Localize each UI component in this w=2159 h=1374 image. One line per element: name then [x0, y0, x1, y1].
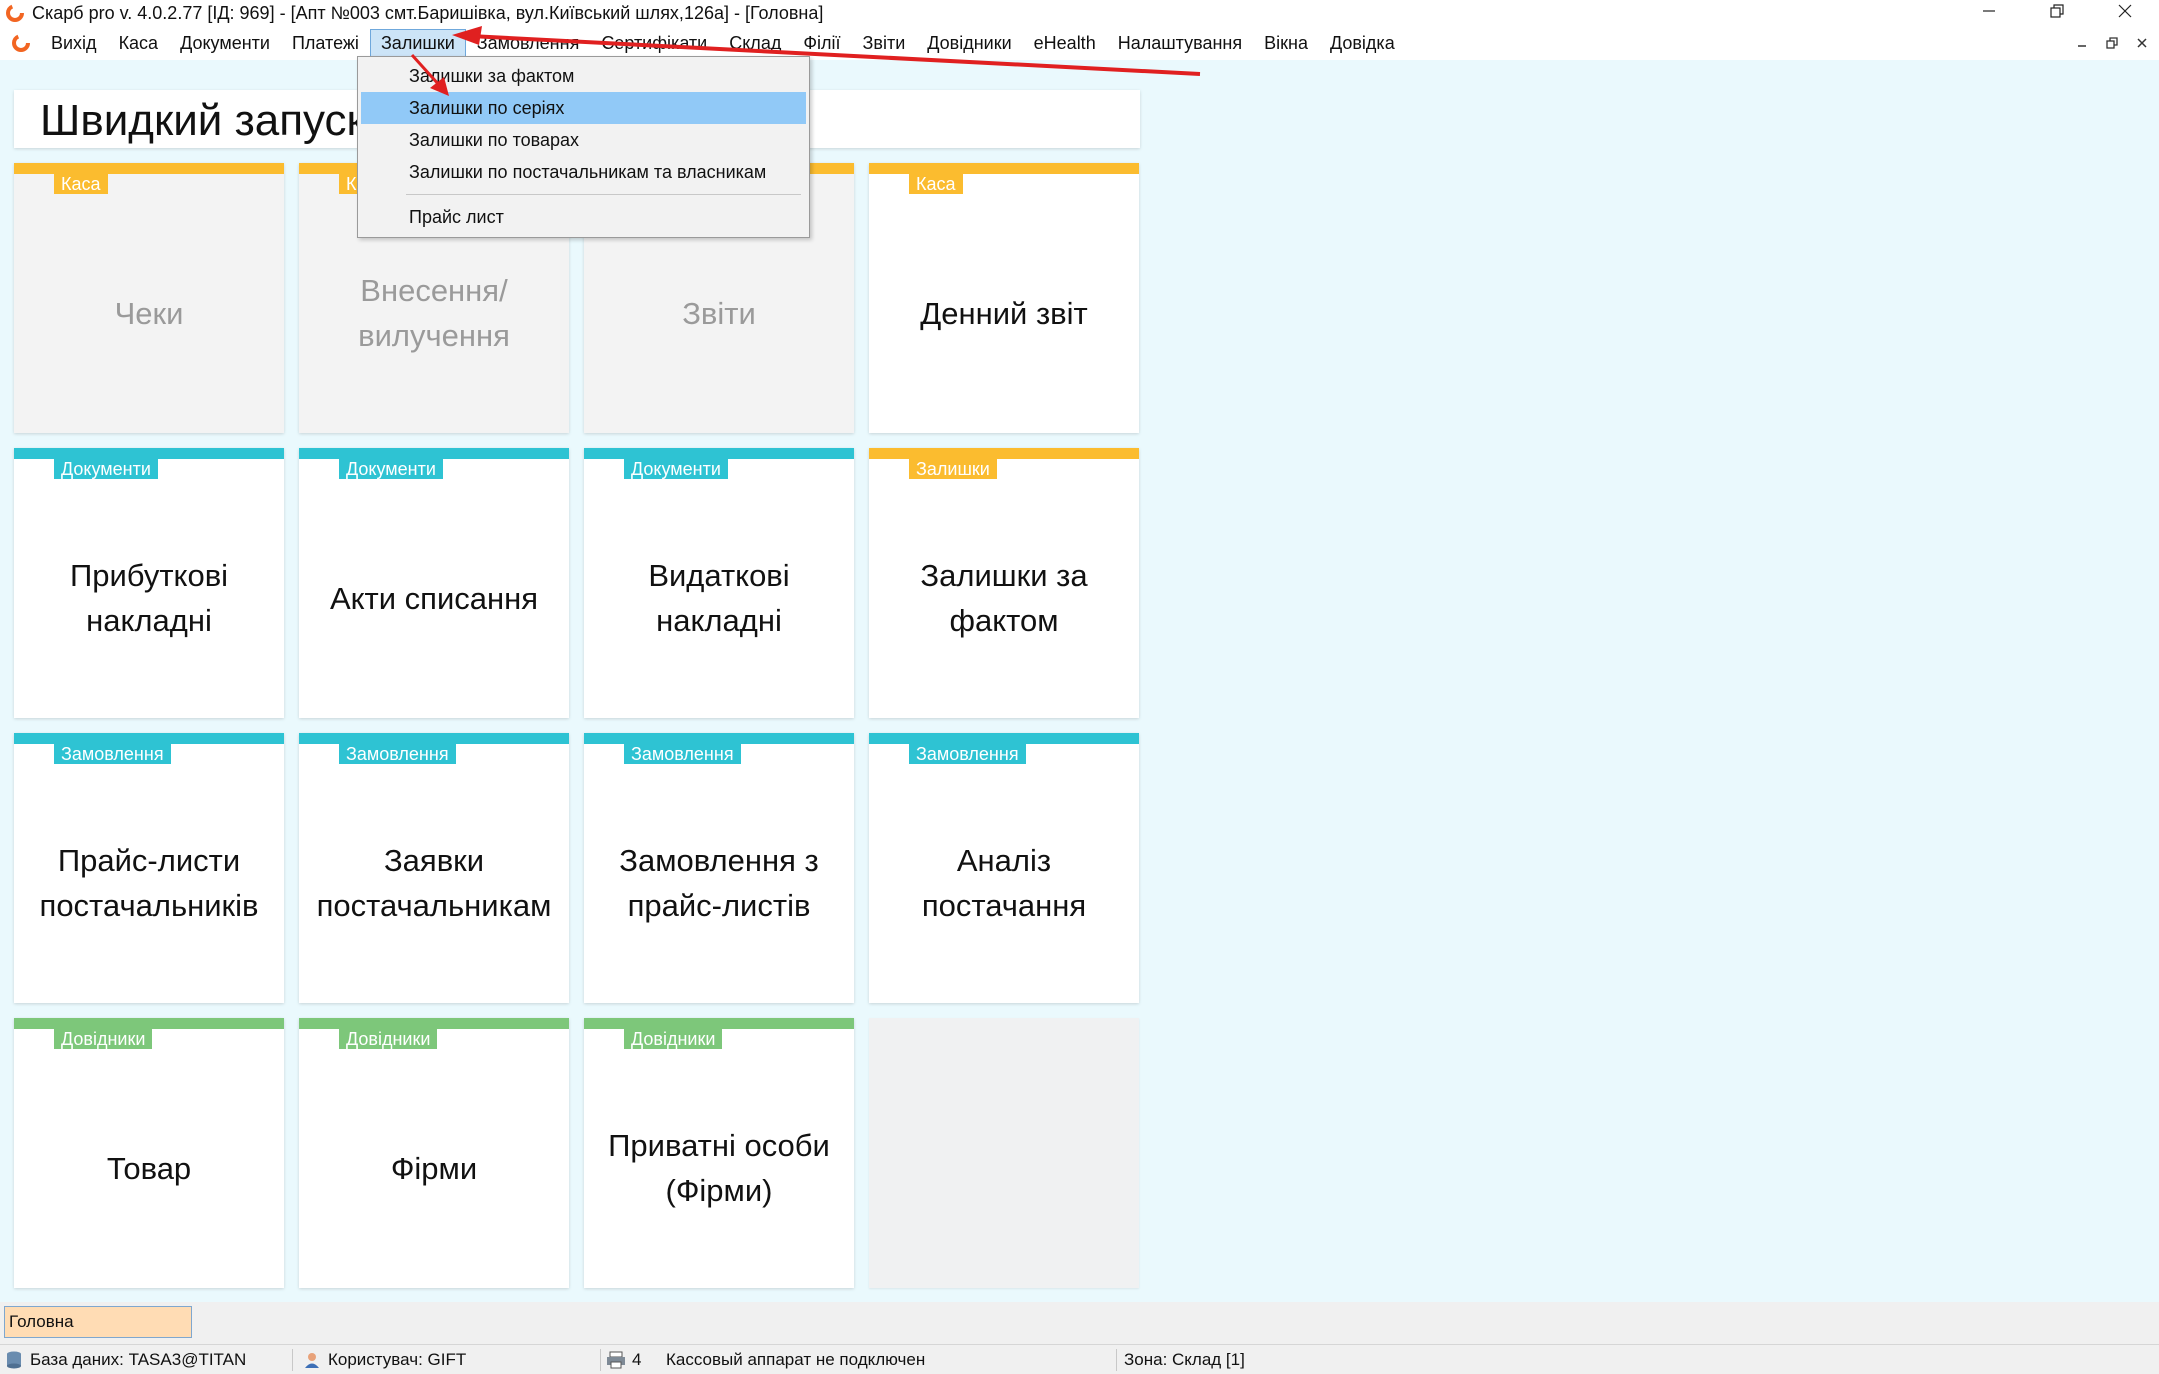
minimize-icon[interactable] [1955, 0, 2023, 22]
empty-tile-slot [869, 1018, 1139, 1288]
menu-bar: Вихід Каса Документи Платежі Залишки Зам… [0, 28, 2159, 58]
menu-item-branches[interactable]: Філії [792, 29, 851, 58]
window-controls [1955, 0, 2159, 22]
database-icon [4, 1350, 24, 1370]
menu-item-ehealth[interactable]: eHealth [1023, 29, 1107, 58]
menu-item-orders[interactable]: Замовлення [466, 29, 591, 58]
page-title: Швидкий запуск [40, 96, 366, 145]
tile-label: Видаткові накладні [648, 558, 790, 638]
close-icon[interactable] [2091, 0, 2159, 22]
mdi-close-icon[interactable] [2131, 32, 2153, 54]
tile-label: Чеки [114, 295, 184, 331]
menu-item-certificates[interactable]: Сертифікати [590, 29, 718, 58]
menu-item-documents[interactable]: Документи [169, 29, 281, 58]
menu-item-settings[interactable]: Налаштування [1107, 29, 1253, 58]
app-logo-icon [4, 2, 26, 24]
menu-item-windows[interactable]: Вікна [1253, 29, 1319, 58]
menu-logo-icon[interactable] [10, 32, 32, 54]
status-cash-register: Кассовый аппарат не подключен [666, 1350, 926, 1369]
printer-icon [606, 1350, 626, 1370]
mdi-minimize-icon[interactable] [2071, 32, 2093, 54]
tile-label: Приватні особи (Фірми) [608, 1128, 830, 1208]
tile-incoming-invoices[interactable]: Документи Прибуткові накладні [14, 448, 284, 718]
status-bar: База даних: TASA3@TITAN Користувач: GIFT… [0, 1344, 2159, 1374]
tile-orders-from-price-lists[interactable]: Замовлення Замовлення з прайс-листів [584, 733, 854, 1003]
tile-label: Фірми [390, 1150, 478, 1186]
user-icon [302, 1350, 322, 1370]
menu-item-stock[interactable]: Залишки [369, 28, 466, 58]
status-separator [292, 1349, 293, 1371]
tile-label: Прайс-листи постачальників [39, 843, 259, 923]
tile-supplier-requests[interactable]: Замовлення Заявки постачальникам [299, 733, 569, 1003]
restore-icon[interactable] [2023, 0, 2091, 22]
tile-label: Прибуткові накладні [69, 558, 229, 638]
window-title: Скарб pro v. 4.0.2.77 [ІД: 969] - [Апт №… [32, 2, 824, 23]
status-user-text: Користувач: GIFT [328, 1350, 467, 1369]
menu-separator [406, 194, 801, 195]
menu-item-exit[interactable]: Вихід [40, 29, 108, 58]
tile-daily-report[interactable]: Каса Денний звіт [869, 163, 1139, 433]
status-counter: 4 [606, 1345, 641, 1374]
tile-label: Денний звіт [920, 295, 1088, 331]
window-tab-strip: Головна [0, 1302, 2159, 1344]
status-counter-text: 4 [632, 1350, 642, 1369]
tile-label: Замовлення з прайс-листів [619, 843, 819, 923]
tile-outgoing-invoices[interactable]: Документи Видаткові накладні [584, 448, 854, 718]
tab-main[interactable]: Головна [4, 1306, 192, 1338]
menu-option-stock-by-goods[interactable]: Залишки по товарах [361, 124, 806, 156]
menu-option-stock-by-suppliers[interactable]: Залишки по постачальникам та власникам [361, 156, 806, 188]
status-database-text: База даних: TASA3@TITAN [30, 1350, 247, 1369]
menu-option-stock-actual[interactable]: Залишки за фактом [361, 60, 806, 92]
tile-label: Аналіз постачання [921, 843, 1087, 923]
tile-private-persons[interactable]: Довідники Приватні особи (Фірми) [584, 1018, 854, 1288]
tile-firms[interactable]: Довідники Фірми [299, 1018, 569, 1288]
tile-receipts[interactable]: Каса Чеки [14, 163, 284, 433]
menu-item-warehouse[interactable]: Склад [718, 29, 792, 58]
menu-item-cash[interactable]: Каса [108, 29, 170, 58]
tile-label: Акти списання [329, 580, 539, 616]
tile-supply-analysis[interactable]: Замовлення Аналіз постачання [869, 733, 1139, 1003]
tile-goods[interactable]: Довідники Товар [14, 1018, 284, 1288]
stock-dropdown-menu: Залишки за фактом Залишки по серіях Зали… [357, 56, 810, 238]
status-database: База даних: TASA3@TITAN [4, 1345, 246, 1374]
mdi-restore-icon[interactable] [2101, 32, 2123, 54]
menu-item-help[interactable]: Довідка [1319, 29, 1406, 58]
menu-item-payments[interactable]: Платежі [281, 29, 370, 58]
tile-supplier-price-lists[interactable]: Замовлення Прайс-листи постачальників [14, 733, 284, 1003]
quick-launch-area: Швидкий запуск КасаЧекиКасаВнесення/вилу… [0, 60, 2159, 1302]
status-zone: Зона: Склад [1] [1124, 1350, 1245, 1369]
tile-grid: КасаЧекиКасаВнесення/вилученняКасаЗвітиК… [14, 163, 1144, 1293]
status-user: Користувач: GIFT [302, 1345, 466, 1374]
menu-item-reports[interactable]: Звіти [852, 29, 917, 58]
status-separator [1116, 1349, 1117, 1371]
menu-option-price-list[interactable]: Прайс лист [361, 201, 806, 233]
tile-write-off-acts[interactable]: Документи Акти списання [299, 448, 569, 718]
tile-label: Залишки за фактом [920, 558, 1088, 638]
menu-item-directories[interactable]: Довідники [916, 29, 1022, 58]
status-separator [600, 1349, 601, 1371]
tile-stock-actual[interactable]: Залишки Залишки за фактом [869, 448, 1139, 718]
menu-option-stock-by-series[interactable]: Залишки по серіях [361, 92, 806, 124]
tile-label: Товар [106, 1150, 192, 1186]
title-bar: Скарб pro v. 4.0.2.77 [ІД: 969] - [Апт №… [0, 0, 2159, 26]
mdi-controls [2071, 32, 2153, 54]
tile-label: Заявки постачальникам [316, 843, 552, 923]
